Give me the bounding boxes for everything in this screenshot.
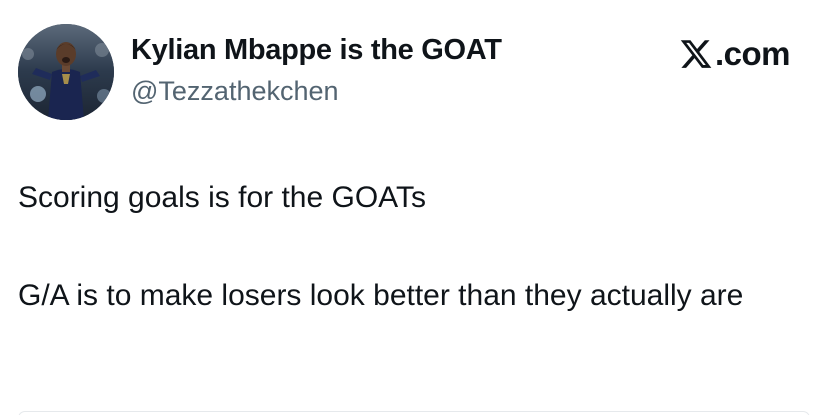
x-brand-link[interactable]: .com (679, 34, 791, 74)
author-handle[interactable]: @Tezzathekchen (131, 76, 339, 107)
tweet-paragraph: G/A is to make losers look better than t… (18, 279, 744, 312)
tweet-card: Kylian Mbappe is the GOAT @Tezzathekchen… (0, 0, 828, 415)
avatar[interactable] (18, 24, 114, 120)
divider (18, 411, 810, 415)
author-display-name[interactable]: Kylian Mbappe is the GOAT (131, 34, 502, 67)
avatar-photo (18, 24, 114, 120)
tweet-paragraph: Scoring goals is for the GOATs (18, 181, 426, 214)
brand-domain-text: .com (714, 35, 791, 72)
x-logo-icon (679, 37, 713, 71)
tweet-body: Scoring goals is for the GOATs G/A is to… (18, 176, 808, 317)
